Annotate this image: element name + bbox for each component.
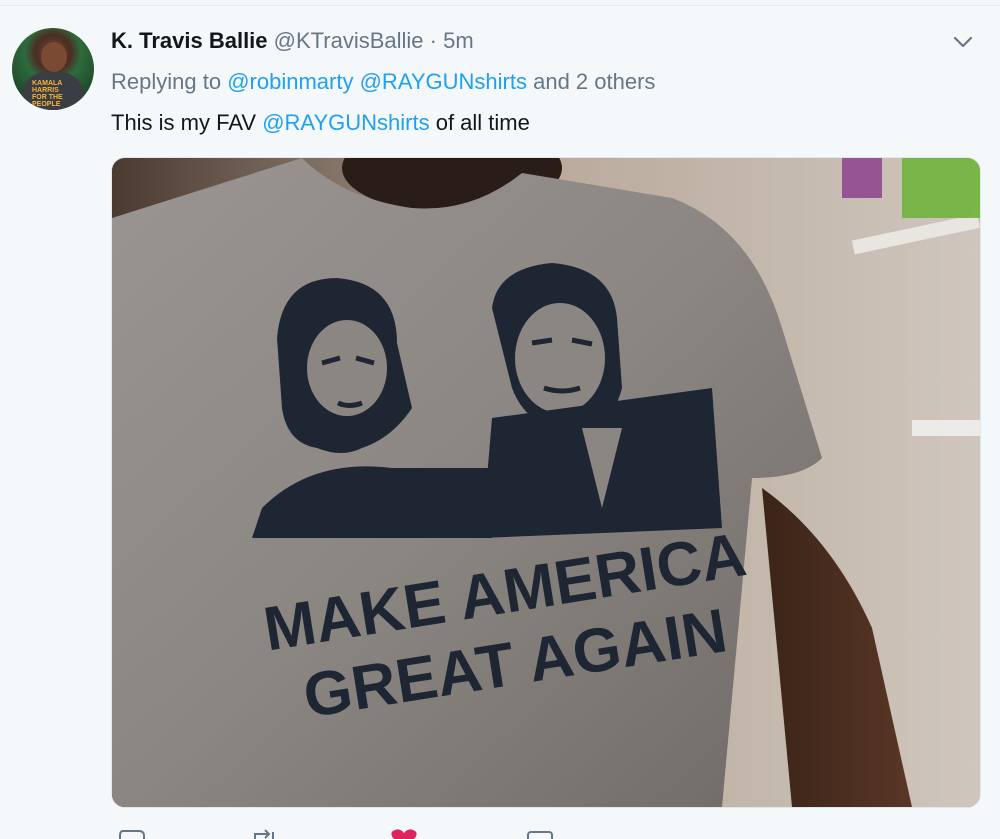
author-name[interactable]: K. Travis Ballie bbox=[111, 28, 268, 53]
share-icon[interactable] bbox=[525, 828, 555, 839]
tweet-photo[interactable]: MAKE AMERICA GREAT AGAIN bbox=[111, 157, 981, 808]
reply-mention-raygunshirts[interactable]: @RAYGUNshirts bbox=[360, 69, 527, 94]
avatar-shirt-text-label: KAMALA HARRIS FOR THE PEOPLE bbox=[32, 80, 63, 108]
tweet-text-after: of all time bbox=[435, 110, 530, 135]
separator-dot: · bbox=[429, 28, 437, 53]
avatar-head bbox=[41, 42, 67, 72]
heart-icon[interactable] bbox=[389, 828, 419, 839]
avatar-shirt-text: KAMALA HARRIS FOR THE PEOPLE bbox=[32, 80, 72, 108]
tweet-card[interactable]: KAMALA HARRIS FOR THE PEOPLE K. Travis B… bbox=[0, 0, 1000, 839]
divider bbox=[0, 5, 1000, 6]
avatar[interactable]: KAMALA HARRIS FOR THE PEOPLE bbox=[12, 28, 94, 110]
photo-illustration: MAKE AMERICA GREAT AGAIN bbox=[112, 158, 980, 807]
tweet-text-before: This is my FAV bbox=[111, 110, 257, 135]
tweet-mention[interactable]: @RAYGUNshirts bbox=[262, 110, 429, 135]
timestamp[interactable]: 5m bbox=[443, 28, 474, 53]
author-handle[interactable]: @KTravisBallie bbox=[274, 28, 424, 53]
tweet-header: K. Travis Ballie @KTravisBallie · 5m bbox=[111, 28, 474, 54]
tweet-text: This is my FAV @RAYGUNshirts of all time bbox=[111, 110, 530, 136]
reply-mention-robinmarty[interactable]: @robinmarty bbox=[227, 69, 353, 94]
reply-icon[interactable] bbox=[117, 828, 147, 839]
reply-others[interactable]: and 2 others bbox=[533, 69, 655, 94]
retweet-icon[interactable] bbox=[249, 828, 279, 839]
chevron-down-icon[interactable] bbox=[952, 34, 974, 50]
replying-prefix: Replying to bbox=[111, 69, 222, 94]
replying-to: Replying to @robinmarty @RAYGUNshirts an… bbox=[111, 69, 655, 95]
tweet-actions bbox=[111, 828, 631, 839]
